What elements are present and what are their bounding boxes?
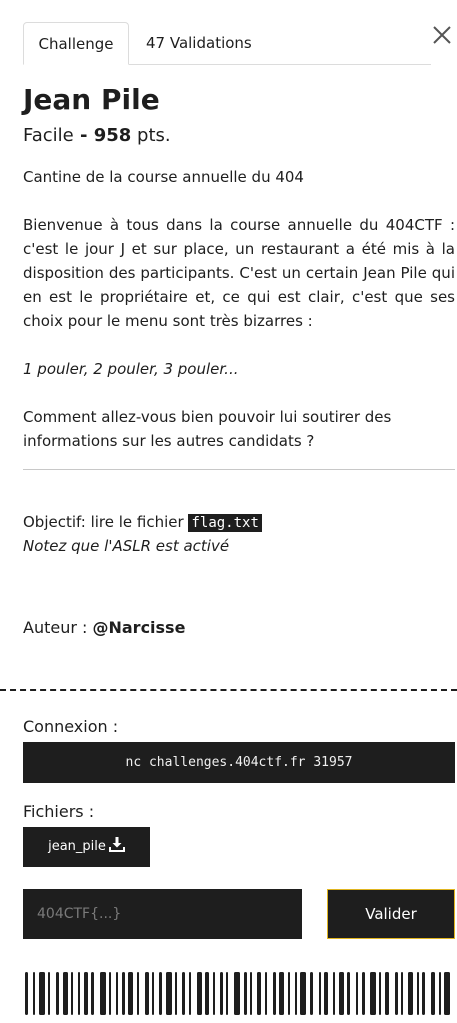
files-label: Fichiers :: [23, 802, 95, 821]
barcode-bar: [159, 972, 162, 1015]
barcode-bar: [91, 972, 94, 1015]
barcode-bar: [48, 972, 50, 1015]
barcode-bar: [439, 972, 441, 1015]
objective-text: Objectif: lire le fichier: [23, 513, 189, 531]
barcode-bar: [39, 972, 45, 1015]
barcode-bar: [408, 972, 413, 1015]
barcode-bar: [84, 972, 88, 1015]
barcode-bar: [56, 972, 59, 1015]
barcode-bar: [379, 972, 381, 1015]
barcode-bar: [182, 972, 185, 1015]
description-paragraph-2: Comment allez-vous bien pouvoir lui sout…: [23, 408, 392, 450]
challenge-title: Jean Pile: [23, 83, 160, 116]
connection-command[interactable]: nc challenges.404ctf.fr 31957: [23, 742, 455, 783]
barcode-bar: [250, 972, 252, 1015]
barcode-bar: [234, 972, 240, 1015]
objective-file-code: flag.txt: [188, 514, 262, 532]
barcode-bar: [152, 972, 154, 1015]
barcode-bar: [401, 972, 403, 1015]
barcode-bar: [33, 972, 35, 1015]
barcode-bar: [288, 972, 290, 1015]
barcode-bar: [356, 972, 358, 1015]
barcode-bar: [166, 972, 172, 1015]
validate-button[interactable]: Valider: [327, 889, 455, 939]
barcode-bar: [444, 972, 450, 1015]
aslr-note-text: Notez que l'ASLR est activé: [23, 537, 230, 555]
barcode-bar: [71, 972, 73, 1015]
barcode-bar: [273, 972, 276, 1015]
aslr-note: Notez que l'ASLR est activé: [23, 534, 455, 558]
barcode-bar: [100, 972, 106, 1015]
difficulty-label: Facile: [23, 125, 74, 146]
barcode-bar: [319, 972, 321, 1015]
subtitle-separator: -: [73, 125, 94, 146]
barcode-bar: [395, 972, 398, 1015]
connection-label: Connexion :: [23, 717, 119, 736]
file-name: jean_pile: [48, 839, 106, 854]
barcode-bar: [339, 972, 344, 1015]
author-name: @Narcisse: [92, 618, 186, 637]
barcode-bar: [300, 972, 306, 1015]
barcode-bar: [257, 972, 261, 1015]
description-paragraph-1: Bienvenue à tous dans la course annuelle…: [23, 216, 455, 330]
barcode-bar: [310, 972, 313, 1015]
barcode-bar: [324, 972, 328, 1015]
flag-input[interactable]: [23, 889, 302, 939]
challenge-subtitle: Facile - 958 pts.: [23, 123, 171, 149]
description-italic-line: 1 pouler, 2 pouler, 3 pouler...: [23, 357, 455, 381]
barcode-bar: [128, 972, 133, 1015]
points-unit: pts.: [131, 125, 171, 146]
barcode-bar: [295, 972, 297, 1015]
barcode-bar: [116, 972, 118, 1015]
close-icon[interactable]: [431, 24, 453, 46]
barcode-bar: [385, 972, 389, 1015]
barcode-bar: [431, 972, 435, 1015]
barcode-bar: [109, 972, 111, 1015]
italic-text: 1 pouler, 2 pouler, 3 pouler...: [23, 360, 239, 378]
barcode-bar: [220, 972, 223, 1015]
barcode-bar: [362, 972, 365, 1015]
tab-validations[interactable]: 47 Validations: [146, 22, 252, 64]
barcode-bar: [175, 972, 177, 1015]
barcode-bar: [347, 972, 350, 1015]
download-icon: [108, 837, 125, 852]
section-divider: [23, 469, 455, 470]
barcode-bar: [244, 972, 247, 1015]
barcode-bar: [265, 972, 267, 1015]
author-label: Auteur :: [23, 618, 93, 637]
barcode-decoration: [25, 972, 450, 1015]
barcode-bar: [205, 972, 209, 1015]
barcode-bar: [137, 972, 139, 1015]
barcode-bar: [333, 972, 335, 1015]
barcode-bar: [145, 972, 149, 1015]
dashed-divider: [0, 689, 457, 691]
short-description: Cantine de la course annuelle du 404: [23, 168, 304, 186]
barcode-bar: [422, 972, 425, 1015]
barcode-bar: [189, 972, 191, 1015]
tab-challenge[interactable]: Challenge: [23, 22, 129, 65]
objective-line: Objectif: lire le fichier flag.txt: [23, 510, 455, 535]
author-line: Auteur : @Narcisse: [23, 616, 185, 640]
barcode-bar: [226, 972, 228, 1015]
barcode-bar: [213, 972, 215, 1015]
barcode-bar: [25, 972, 28, 1015]
barcode-bar: [417, 972, 419, 1015]
barcode-bar: [197, 972, 202, 1015]
barcode-bar: [122, 972, 125, 1015]
barcode-bar: [279, 972, 284, 1015]
file-download-button[interactable]: jean_pile: [23, 827, 150, 867]
barcode-bar: [78, 972, 80, 1015]
points-value: 958: [93, 125, 132, 146]
barcode-bar: [63, 972, 68, 1015]
barcode-bar: [370, 972, 376, 1015]
tab-bar: Challenge 47 Validations: [23, 22, 431, 65]
